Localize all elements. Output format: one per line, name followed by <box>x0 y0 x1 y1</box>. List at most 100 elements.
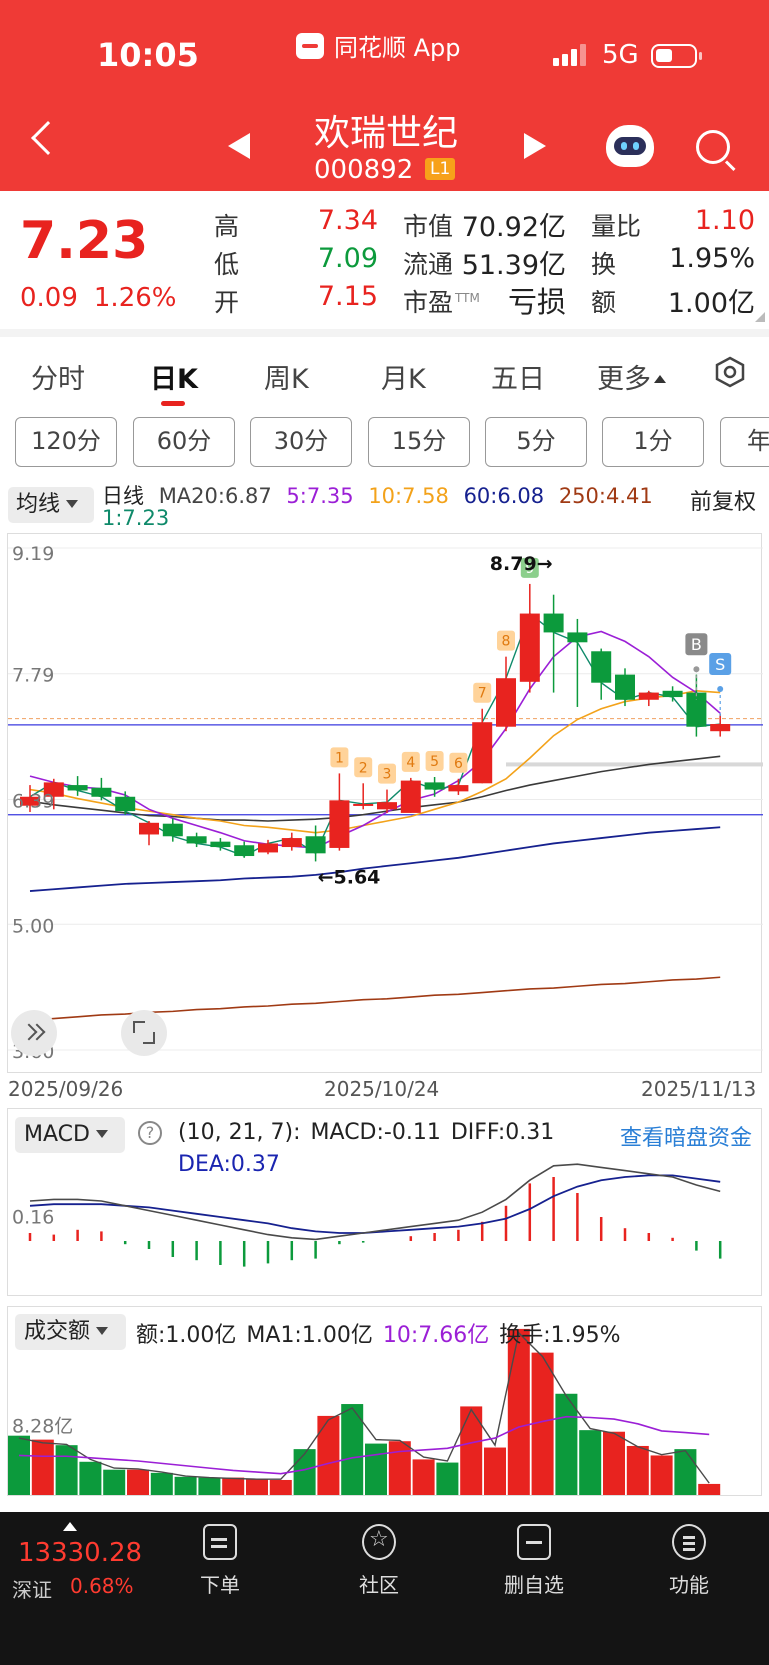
amount-bar <box>507 1328 530 1495</box>
ma-indicator-button[interactable]: 均线 <box>8 487 94 523</box>
settings-hexagon-icon[interactable] <box>714 356 746 388</box>
adjust-mode-label[interactable]: 前复权 <box>690 484 756 516</box>
buy-tag-dot <box>693 666 700 673</box>
amount-button-label: 成交额 <box>24 1319 91 1344</box>
high-label: 高 <box>214 212 240 241</box>
amount-bar <box>31 1439 54 1495</box>
amount-bar <box>674 1449 697 1495</box>
macd-indicator-button[interactable]: MACD <box>15 1117 125 1153</box>
tab-five-day[interactable]: 五日 <box>491 357 545 396</box>
nav-functions-label: 功能 <box>669 1573 709 1597</box>
index-value[interactable]: 13330.28 <box>18 1538 142 1568</box>
period-30min[interactable]: 30分 <box>250 417 352 467</box>
period-selector: 120分 60分 30分 15分 5分 1分 年 <box>0 417 769 473</box>
candle-body <box>305 836 326 854</box>
macd-legend: (10, 21, 7): MACD:-0.11 DIFF:0.31 <box>178 1120 564 1145</box>
help-icon[interactable]: ? <box>138 1121 162 1145</box>
candle-body <box>400 780 421 813</box>
search-icon[interactable] <box>696 130 730 164</box>
y-axis-label: 7.79 <box>12 665 54 687</box>
date-mid: 2025/10/24 <box>324 1077 440 1101</box>
tab-more-label: 更多 <box>597 364 651 395</box>
amount-ma10: 10:7.66亿 <box>382 1323 490 1348</box>
signal-count-label: 4 <box>406 755 415 771</box>
app-name: 同花顺 App <box>334 34 461 62</box>
amount-bar <box>103 1469 126 1495</box>
macd-button-label: MACD <box>24 1122 90 1147</box>
candle-body <box>638 692 659 700</box>
amount-bar <box>198 1477 221 1495</box>
pe-ttm-sup: TTM <box>455 290 480 305</box>
period-1min[interactable]: 1分 <box>602 417 704 467</box>
amount-indicator-button[interactable]: 成交额 <box>15 1314 126 1350</box>
signal-count-label: 2 <box>359 760 368 776</box>
back-arrow-icon[interactable] <box>31 121 65 155</box>
nav-remove-watchlist[interactable]: 删自选 <box>479 1524 589 1598</box>
sell-tag-dot <box>717 685 724 692</box>
ma60-value: 60:6.08 <box>463 484 545 508</box>
caret-down-icon <box>66 500 79 508</box>
expand-corner-icon[interactable] <box>755 312 765 322</box>
period-15min[interactable]: 15分 <box>368 417 470 467</box>
candle-body <box>91 787 112 797</box>
low-label: 低 <box>214 250 240 279</box>
kline-chart-frame[interactable]: 123456789BS 9.197.796.395.003.608.79→←5.… <box>7 533 763 1073</box>
pe-label-text: 市盈 <box>403 288 454 317</box>
period-60min[interactable]: 60分 <box>133 417 235 467</box>
candle-body <box>519 613 540 682</box>
period-year[interactable]: 年 <box>720 417 769 467</box>
app-logo-icon <box>296 32 324 59</box>
remove-watchlist-icon <box>517 1524 551 1560</box>
amount-bar <box>79 1461 102 1495</box>
change-value: 0.09 <box>20 283 78 313</box>
signal-count-label: 3 <box>383 767 392 783</box>
amount-value-label: 额:1.00亿 <box>136 1323 237 1348</box>
candle-body <box>686 692 707 727</box>
candle-body <box>496 678 516 727</box>
prev-stock-icon[interactable] <box>228 133 250 159</box>
dark-pool-link[interactable]: 查看暗盘资金 <box>620 1120 752 1152</box>
period-5min[interactable]: 5分 <box>485 417 587 467</box>
candle-body <box>234 845 255 857</box>
signal-count-label: 1 <box>335 750 344 766</box>
tab-monthly-k[interactable]: 月K <box>381 357 426 396</box>
amount-bar <box>650 1455 673 1495</box>
candle-body <box>424 782 445 790</box>
amount-label: 额 <box>591 288 617 317</box>
amount-bar <box>174 1476 197 1495</box>
open-value: 7.15 <box>317 281 378 312</box>
assistant-robot-icon[interactable] <box>606 125 654 167</box>
nav-order-label: 下单 <box>200 1573 240 1597</box>
stock-name: 欢瑞世纪 <box>314 113 459 154</box>
nav-functions[interactable]: 功能 <box>634 1524 744 1598</box>
tab-weekly-k[interactable]: 周K <box>264 357 309 396</box>
amount-bar <box>222 1477 245 1495</box>
amount-bar <box>484 1447 506 1495</box>
amount-bar <box>293 1449 316 1495</box>
y-axis-label: 6.39 <box>12 790 54 812</box>
period-120min[interactable]: 120分 <box>15 417 117 467</box>
amount-bar <box>698 1483 721 1495</box>
ma10-value: 10:7.58 <box>368 484 449 508</box>
tab-daily-k[interactable]: 日K <box>150 357 198 396</box>
tab-more[interactable]: 更多 <box>597 357 666 396</box>
chart-tabs: 分时 日K 周K 月K 五日 更多 <box>0 337 769 423</box>
scroll-forward-icon[interactable] <box>11 1010 57 1056</box>
volume-ratio-label: 量比 <box>591 212 642 241</box>
nav-community[interactable]: 社区 <box>324 1524 434 1598</box>
ma-button-label: 均线 <box>16 492 61 517</box>
fullscreen-icon[interactable] <box>121 1010 167 1056</box>
kline-chart: 123456789BS 9.197.796.395.003.608.79→←5.… <box>8 543 763 1063</box>
community-icon <box>362 1524 396 1560</box>
tab-intraday[interactable]: 分时 <box>31 357 85 396</box>
y-axis-label: 5.00 <box>12 915 54 937</box>
candle-body <box>710 724 731 732</box>
nav-order[interactable]: 下单 <box>165 1524 275 1598</box>
caret-up-icon <box>654 375 666 383</box>
amount-bar <box>246 1479 268 1495</box>
signal-count-label: 5 <box>430 754 439 770</box>
next-stock-icon[interactable] <box>524 133 546 159</box>
index-expand-icon[interactable] <box>63 1522 77 1531</box>
macd-value: MACD:-0.11 <box>310 1120 441 1145</box>
macd-y-label: 0.16 <box>12 1206 54 1228</box>
